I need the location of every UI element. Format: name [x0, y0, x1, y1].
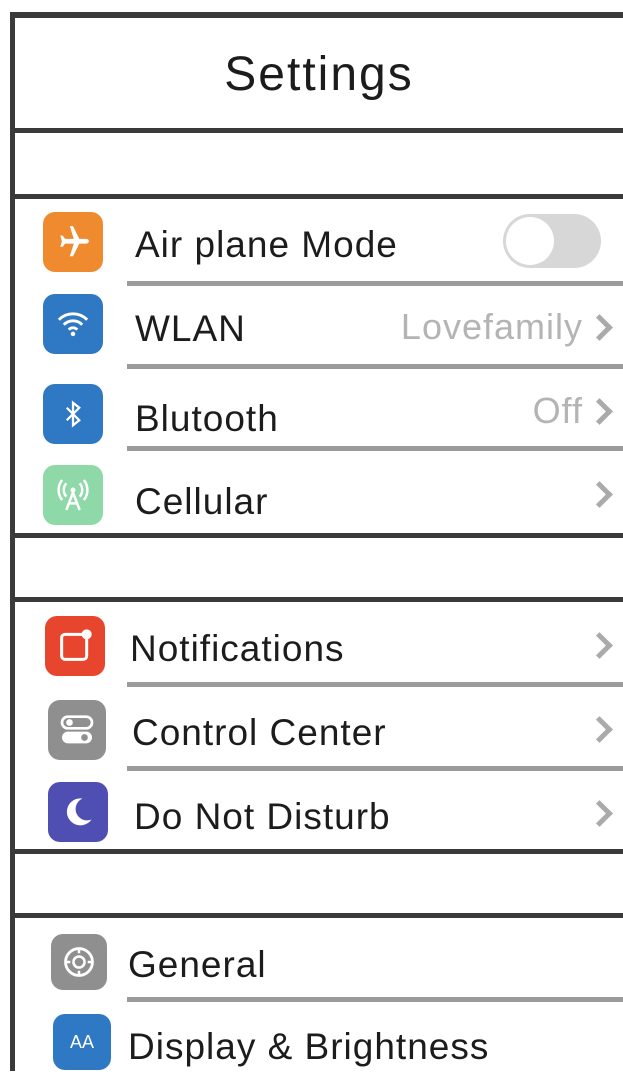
row-separator	[127, 766, 623, 771]
row-separator	[127, 364, 623, 369]
settings-row-wlan[interactable]: WLAN Lovefamily	[15, 288, 623, 368]
airplane-mode-toggle[interactable]	[503, 214, 601, 268]
settings-row-bluetooth[interactable]: Blutooth Off	[15, 372, 623, 452]
chevron-right-icon	[586, 314, 613, 341]
row-label: Do Not Disturb	[134, 796, 391, 837]
control-center-icon	[48, 700, 106, 760]
gear-icon	[51, 934, 107, 990]
settings-row-control-center[interactable]: Control Center	[15, 690, 623, 770]
frame-top-border	[10, 12, 623, 18]
row-label: Notifications	[130, 628, 345, 669]
row-label: Cellular	[135, 481, 269, 522]
wifi-icon	[43, 294, 103, 354]
chevron-right-icon	[586, 632, 613, 659]
divider	[10, 849, 623, 854]
divider	[10, 913, 623, 918]
airplane-icon	[43, 212, 103, 272]
settings-row-do-not-disturb[interactable]: Do Not Disturb	[15, 774, 623, 854]
row-separator	[127, 446, 623, 451]
divider	[10, 194, 623, 199]
row-label: WLAN	[135, 308, 246, 349]
settings-row-display-brightness[interactable]: AA Display & Brightness	[15, 1006, 623, 1086]
notifications-icon	[45, 616, 105, 676]
divider	[10, 533, 623, 538]
chevron-right-icon	[586, 800, 613, 827]
settings-row-cellular[interactable]: Cellular	[15, 455, 623, 535]
moon-icon	[48, 782, 108, 842]
chevron-right-icon	[586, 481, 613, 508]
row-label: Air plane Mode	[135, 224, 398, 265]
row-separator	[127, 281, 623, 286]
toggle-knob	[506, 217, 554, 265]
divider	[10, 597, 623, 602]
settings-row-airplane-mode[interactable]: Air plane Mode	[15, 204, 623, 284]
chevron-right-icon	[586, 716, 613, 743]
cellular-icon	[43, 465, 103, 525]
row-label: Control Center	[132, 712, 387, 753]
row-label: General	[128, 944, 267, 985]
settings-row-notifications[interactable]: Notifications	[15, 606, 623, 686]
bluetooth-status-value: Off	[532, 390, 583, 431]
row-label: Blutooth	[135, 398, 279, 439]
settings-row-general[interactable]: General	[15, 924, 623, 1004]
row-separator	[127, 682, 623, 687]
wlan-network-value: Lovefamily	[400, 306, 583, 347]
divider	[10, 128, 623, 133]
display-icon: AA	[53, 1014, 111, 1070]
row-label: Display & Brightness	[128, 1026, 490, 1067]
bluetooth-icon	[43, 384, 103, 444]
page-title: Settings	[224, 48, 414, 101]
chevron-right-icon	[586, 398, 613, 425]
row-separator	[127, 997, 623, 1002]
